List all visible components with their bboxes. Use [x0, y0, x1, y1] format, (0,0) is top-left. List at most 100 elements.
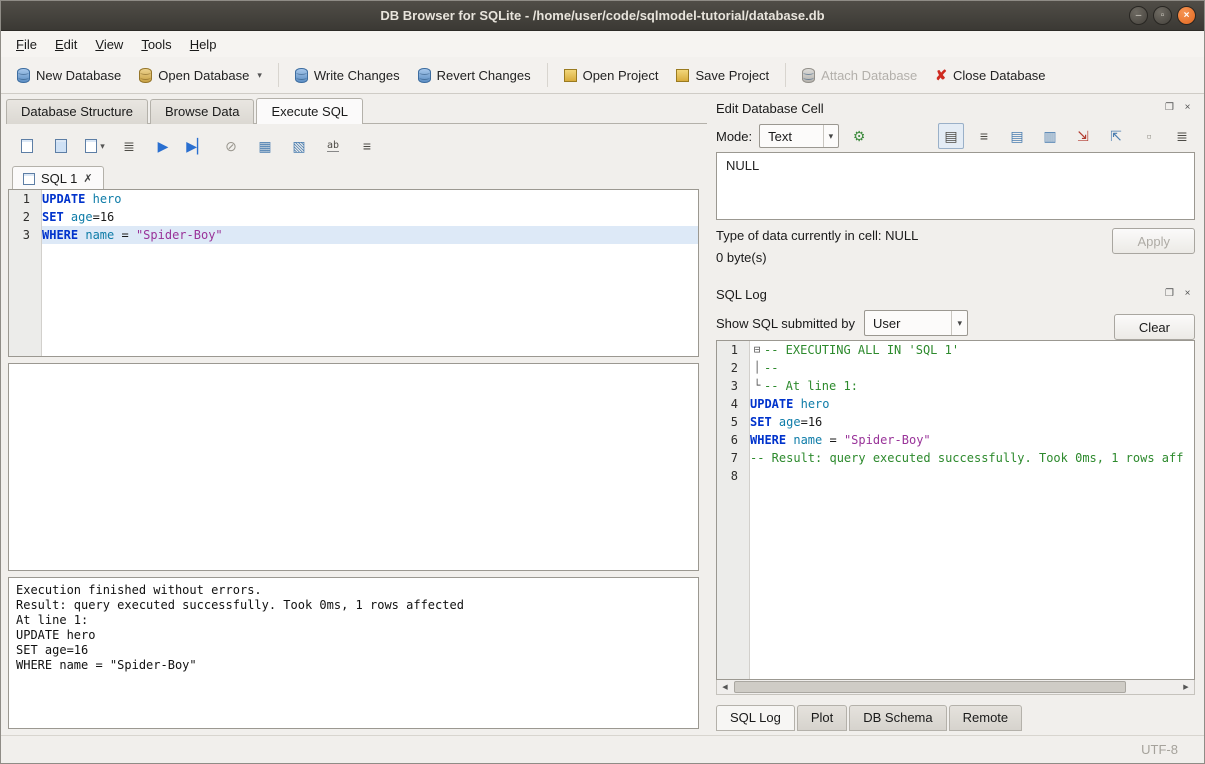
sql-doc-tab[interactable]: SQL 1 ✗ [12, 166, 104, 190]
maximize-icon: ▫ [1161, 10, 1165, 21]
code-line[interactable]: 1UPDATE hero [9, 190, 698, 208]
mode-label: Mode: [716, 129, 752, 144]
code-line[interactable]: 5SET age=16 [717, 413, 1194, 431]
new-database-label: New Database [36, 68, 121, 83]
word-wrap-icon: ≡ [980, 129, 988, 143]
revert-changes-button[interactable]: Revert Changes [410, 63, 539, 88]
save-project-button[interactable]: Save Project [668, 63, 777, 88]
save-cell-button[interactable]: ⇱ [1103, 123, 1129, 149]
cell-value: NULL [726, 158, 759, 173]
maximize-button[interactable]: ▫ [1153, 6, 1172, 25]
mode-select[interactable]: Text ▾ [759, 124, 839, 148]
scrollbar-track[interactable] [733, 680, 1178, 694]
sql-doc-tab-label: SQL 1 [41, 171, 77, 186]
import-text-button[interactable]: ▤ [1004, 123, 1030, 149]
open-sql-file-button[interactable] [14, 133, 40, 159]
code-line[interactable]: 2│-- [717, 359, 1194, 377]
float-dock-icon[interactable]: ❐ [1162, 287, 1177, 302]
sql-editor[interactable]: 1UPDATE hero2SET age=163WHERE name = "Sp… [8, 189, 699, 357]
tab-browse-data[interactable]: Browse Data [150, 99, 254, 124]
close-sql-tab-icon[interactable]: ✗ [83, 172, 92, 185]
format-sql-button[interactable]: ≡ [354, 133, 380, 159]
scroll-left-icon[interactable]: ◀ [717, 680, 733, 694]
code-line[interactable]: 8 [717, 467, 1194, 485]
word-wrap-button[interactable]: ≡ [971, 123, 997, 149]
export-results-icon: ▦ [258, 139, 271, 153]
right-panel: Edit Database Cell ❐ × Mode: Text ▾ ⚙ ▤ … [707, 94, 1204, 735]
print-cell-button[interactable]: ≣ [1169, 123, 1195, 149]
close-database-button[interactable]: ✘ Close Database [927, 63, 1053, 88]
save-sql-as-button[interactable]: ▾ [82, 133, 108, 159]
sql-log-view[interactable]: 1⊟-- EXECUTING ALL IN 'SQL 1'2│--3└-- At… [716, 340, 1195, 680]
scroll-right-icon[interactable]: ▶ [1178, 680, 1194, 694]
clear-cell-button[interactable]: ▫ [1136, 123, 1162, 149]
code-line[interactable]: 7-- Result: query executed successfully.… [717, 449, 1194, 467]
sql-log-dock-header: SQL Log ❐ × [716, 282, 1195, 306]
text-view-button[interactable]: ▤ [938, 123, 964, 149]
tab-remote[interactable]: Remote [949, 705, 1023, 731]
close-database-icon: ✘ [935, 68, 947, 82]
close-dock-icon[interactable]: × [1180, 287, 1195, 302]
save-results-button[interactable]: ▧ [286, 133, 312, 159]
code-text: SET age=16 [42, 208, 698, 226]
open-project-button[interactable]: Open Project [556, 63, 667, 88]
code-line[interactable]: 6WHERE name = "Spider-Boy" [717, 431, 1194, 449]
cell-size-info: 0 byte(s) [716, 250, 1112, 265]
new-database-button[interactable]: New Database [9, 63, 129, 88]
execute-line-icon: ▶▏ [186, 139, 208, 153]
code-text: -- Result: query executed successfully. … [750, 449, 1194, 467]
menu-tools[interactable]: Tools [132, 34, 180, 55]
titlebar[interactable]: DB Browser for SQLite - /home/user/code/… [1, 1, 1204, 31]
code-line[interactable]: 3WHERE name = "Spider-Boy" [9, 226, 698, 244]
close-dock-icon[interactable]: × [1180, 101, 1195, 116]
tab-sql-log[interactable]: SQL Log [716, 705, 795, 731]
export-results-button[interactable]: ▦ [252, 133, 278, 159]
tab-db-schema[interactable]: DB Schema [849, 705, 946, 731]
apply-button[interactable]: Apply [1112, 228, 1195, 254]
open-database-button[interactable]: Open Database ▾ [131, 63, 270, 88]
code-text: │-- [750, 359, 1194, 377]
scrollbar-thumb[interactable] [734, 681, 1126, 693]
menu-view[interactable]: View [86, 34, 132, 55]
code-line[interactable]: 4UPDATE hero [717, 395, 1194, 413]
submitted-by-select[interactable]: User ▾ [864, 310, 968, 336]
save-sql-file-button[interactable] [48, 133, 74, 159]
menu-file[interactable]: File [7, 34, 46, 55]
main-tab-bar: Database Structure Browse Data Execute S… [6, 98, 707, 124]
filter-label: Show SQL submitted by [716, 316, 855, 331]
execute-all-icon: ▶ [158, 139, 169, 153]
cell-value-editor[interactable]: NULL [716, 152, 1195, 220]
code-line[interactable]: 1⊟-- EXECUTING ALL IN 'SQL 1' [717, 341, 1194, 359]
float-dock-icon[interactable]: ❐ [1162, 101, 1177, 116]
mode-caret-icon: ▾ [823, 125, 839, 147]
code-text: ⊟-- EXECUTING ALL IN 'SQL 1' [750, 341, 1194, 359]
code-line[interactable]: 3└-- At line 1: [717, 377, 1194, 395]
revert-changes-label: Revert Changes [437, 68, 531, 83]
menu-edit[interactable]: Edit [46, 34, 86, 55]
clear-log-button[interactable]: Clear [1114, 314, 1195, 340]
save-project-label: Save Project [695, 68, 769, 83]
write-changes-button[interactable]: Write Changes [287, 63, 408, 88]
tab-plot[interactable]: Plot [797, 705, 847, 731]
open-database-caret-icon[interactable]: ▾ [257, 70, 262, 81]
auto-format-button[interactable]: ⚙ [846, 123, 872, 149]
close-window-button[interactable]: × [1177, 6, 1196, 25]
execute-sql-page: ▾ ≣ ▶ ▶▏ ⊘ ▦ ▧ ab ≡ SQL 1 ✗ [6, 123, 707, 729]
find-replace-button[interactable]: ab [320, 133, 346, 159]
code-line[interactable]: 2SET age=16 [9, 208, 698, 226]
sql-log-filter-row: Show SQL submitted by User ▾ Clear [716, 306, 1195, 340]
set-null-button[interactable]: ⇲ [1070, 123, 1096, 149]
tab-execute-sql-label: Execute SQL [271, 104, 348, 119]
export-text-button[interactable]: ▥ [1037, 123, 1063, 149]
window-title: DB Browser for SQLite - /home/user/code/… [1, 8, 1204, 23]
execute-line-button[interactable]: ▶▏ [184, 133, 210, 159]
minimize-button[interactable]: – [1129, 6, 1148, 25]
tab-execute-sql[interactable]: Execute SQL [256, 98, 363, 124]
log-horizontal-scrollbar[interactable]: ◀ ▶ [716, 680, 1195, 695]
collapse-toggle-icon[interactable]: ⊟ [750, 341, 764, 359]
tab-database-structure[interactable]: Database Structure [6, 99, 148, 124]
print-button[interactable]: ≣ [116, 133, 142, 159]
write-changes-icon [295, 68, 308, 83]
menu-help[interactable]: Help [181, 34, 226, 55]
execute-all-button[interactable]: ▶ [150, 133, 176, 159]
